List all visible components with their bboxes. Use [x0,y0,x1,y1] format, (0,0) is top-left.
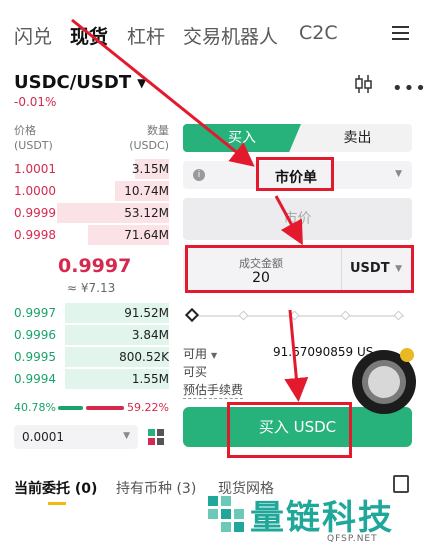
tab-open-orders[interactable]: 当前委托 (0) [14,478,97,498]
ask-price: 0.9998 [14,228,56,242]
orderbook-layout-icon[interactable] [147,428,165,446]
sell-ratio-bar [86,406,124,410]
price-input: 市价 [183,198,412,240]
bid-price: 0.9994 [14,372,56,386]
bid-quantity: 800.52K [119,350,169,364]
bid-price: 0.9996 [14,328,56,342]
bid-quantity: 1.55M [131,372,169,386]
caret-down-icon: ▼ [137,76,147,90]
ask-row[interactable]: 0.9998 71.64M [14,225,169,245]
active-tab-indicator [48,502,66,505]
estimated-fee-label[interactable]: 预估手续费 [183,381,244,399]
ask-row[interactable]: 1.0000 10.74M [14,181,169,201]
slider-handle[interactable] [184,307,200,323]
depth-precision-select[interactable]: 0.0001 ▼ [14,425,138,449]
ask-price: 0.9999 [14,206,56,220]
buy-tab[interactable]: 买入 [183,124,301,152]
annotation-box-amount [185,245,414,293]
can-buy-label: 可买 [183,365,208,379]
slider-tick[interactable] [238,310,249,321]
ask-price: 1.0001 [14,162,56,176]
watermark-logo-icon [208,496,244,532]
bid-row[interactable]: 0.9997 91.52M [14,303,169,323]
price-column-header: 价格 (USDT) [14,124,53,152]
slider-tick[interactable] [393,310,404,321]
order-history-icon[interactable] [393,475,409,493]
sell-tab[interactable]: 卖出 [303,124,412,152]
tab-flash-swap[interactable]: 闪兑 [14,22,52,49]
more-options-icon[interactable]: ••• [392,78,425,99]
bid-price: 0.9995 [14,350,56,364]
coin-icon [400,348,414,362]
bid-row[interactable]: 0.9994 1.55M [14,369,169,389]
hamburger-menu-icon[interactable] [392,26,409,40]
trading-pair-selector[interactable]: USDC/USDT ▼ [14,72,146,93]
annotation-box-buy-button [227,402,352,458]
price-change: -0.01% [14,95,57,109]
ask-price: 1.0000 [14,184,56,198]
bid-price: 0.9997 [14,306,56,320]
bid-quantity: 91.52M [124,306,169,320]
tab-c2c[interactable]: C2C [299,22,338,44]
tab-holdings[interactable]: 持有币种 (3) [116,478,196,498]
top-navigation: 闪兑 现货 杠杆 交易机器人 C2C [0,0,425,66]
caret-down-icon: ▼ [123,431,130,441]
annotation-box-order-type [256,157,334,191]
last-price-fiat: ≈ ¥7.13 [67,281,116,295]
ask-quantity: 10.74M [124,184,169,198]
ask-row[interactable]: 1.0001 3.15M [14,159,169,179]
quantity-column-header: 数量 (USDC) [129,124,169,152]
caret-down-icon: ▼ [211,351,218,360]
caret-down-icon: ▼ [395,169,402,179]
ask-row[interactable]: 0.9999 53.12M [14,203,169,223]
last-price: 0.9997 [58,255,132,277]
candlestick-chart-icon[interactable] [352,74,374,94]
info-icon[interactable]: i [193,169,205,181]
available-balance: 91.67090859 US [273,345,374,359]
ask-quantity: 53.12M [124,206,169,220]
buy-ratio-bar [58,406,83,410]
tab-spot[interactable]: 现货 [70,22,108,49]
pair-symbol: USDC/USDT [14,72,132,93]
buy-sell-switch: 买入 卖出 [183,124,412,152]
slider-tick[interactable] [289,310,300,321]
slider-tick[interactable] [340,310,351,321]
bid-quantity: 3.84M [131,328,169,342]
amount-slider[interactable] [184,307,408,323]
bid-row[interactable]: 0.9996 3.84M [14,325,169,345]
bid-row[interactable]: 0.9995 800.52K [14,347,169,367]
floating-assistant-button[interactable] [352,348,416,414]
ask-quantity: 71.64M [124,228,169,242]
buy-ratio: 40.78% [14,401,56,414]
watermark-url: QFSP.NET [327,534,378,544]
ask-quantity: 3.15M [131,162,169,176]
watermark-text: 量链科技 [250,498,394,538]
sell-ratio: 59.22% [127,401,169,414]
tab-trading-bot[interactable]: 交易机器人 [183,22,278,49]
available-selector[interactable]: 可用 ▼ [183,345,217,362]
tab-margin[interactable]: 杠杆 [127,22,165,49]
